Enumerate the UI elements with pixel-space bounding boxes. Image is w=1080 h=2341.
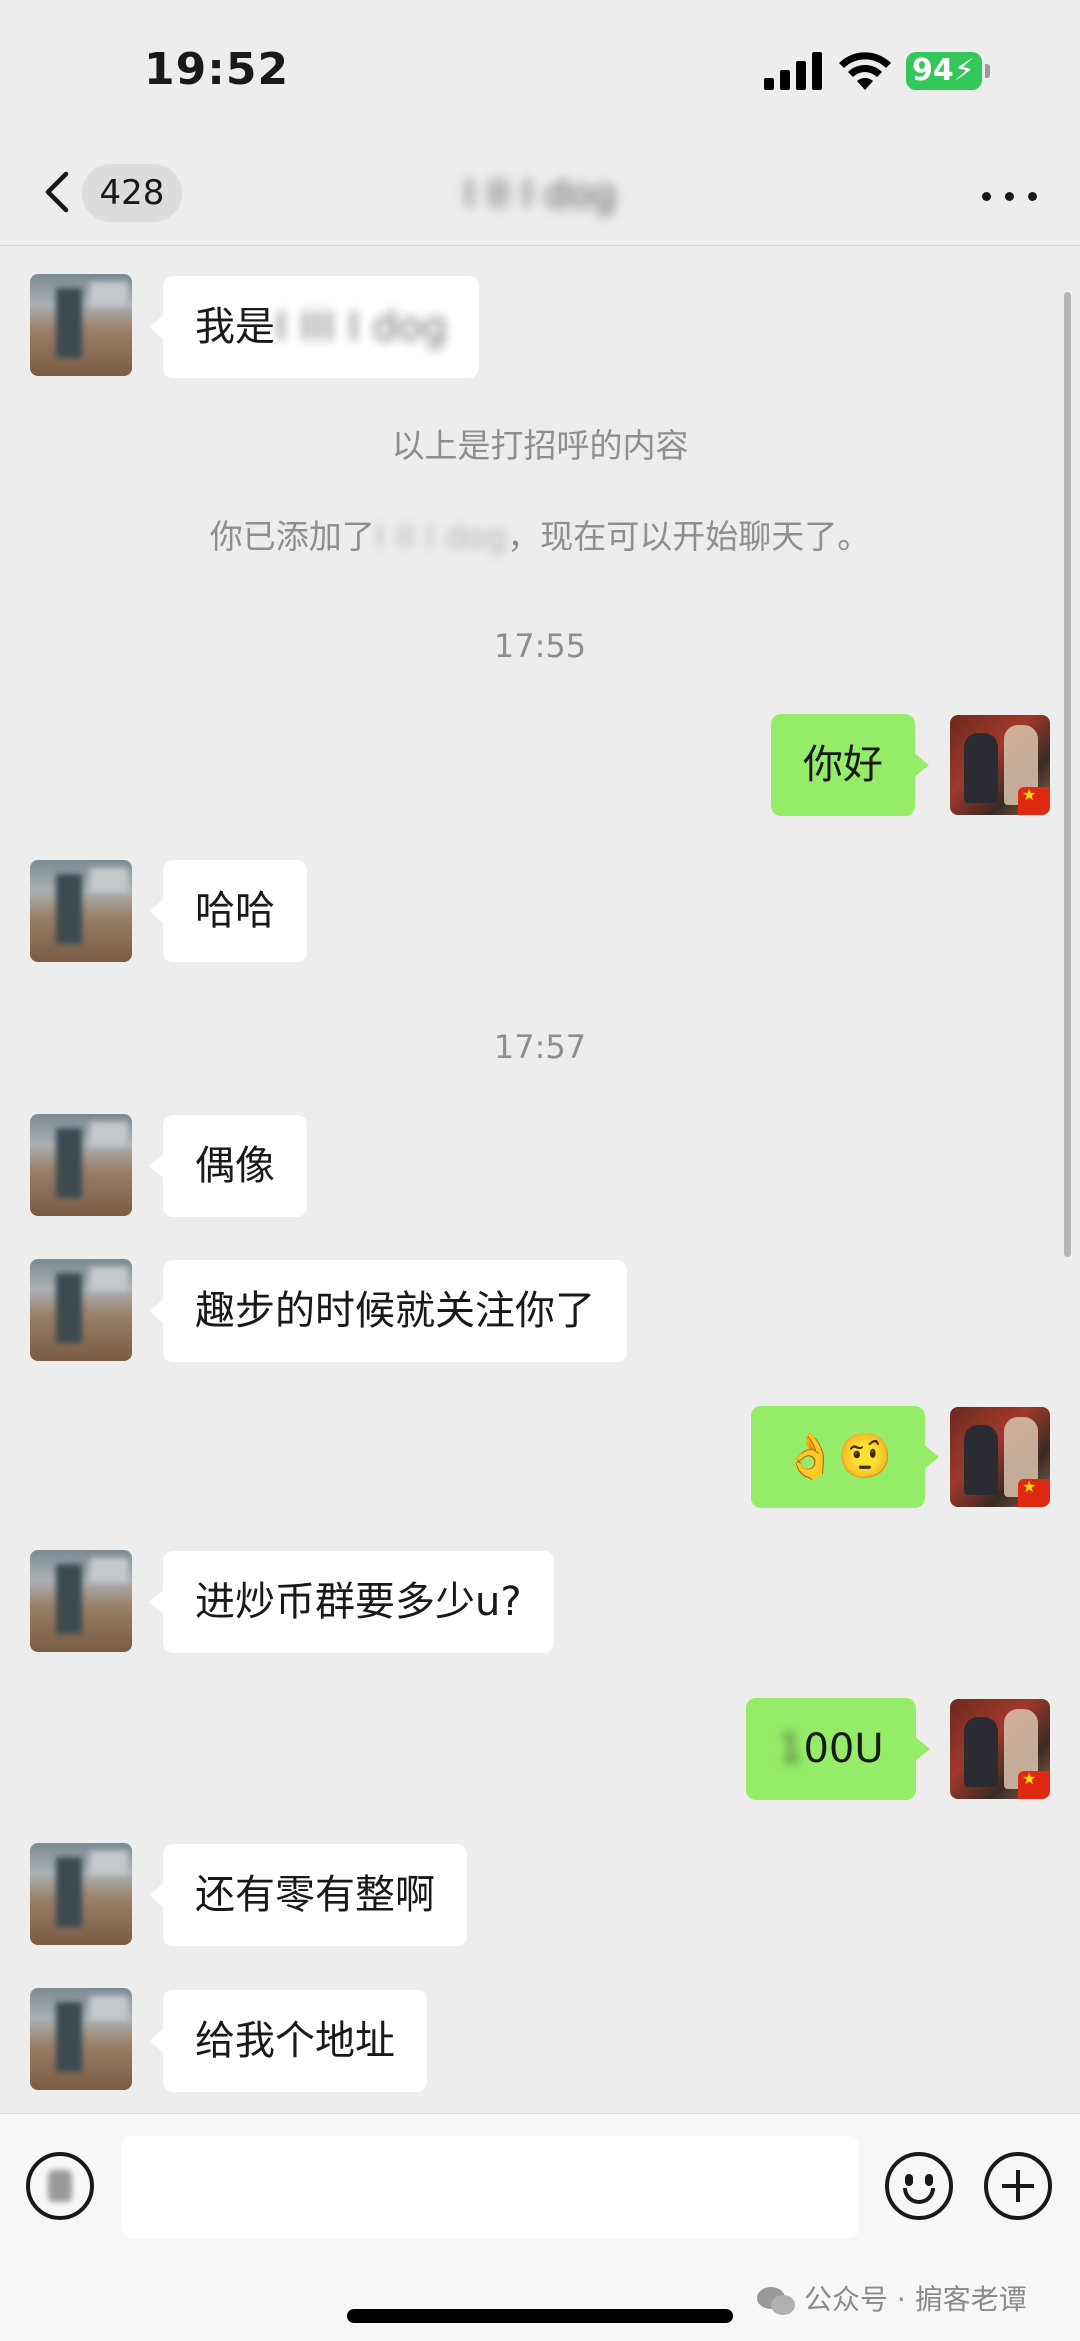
emoji-message: 👌🤨 — [783, 1431, 893, 1482]
voice-icon[interactable] — [26, 2152, 94, 2220]
message-text: 你好 — [803, 742, 883, 788]
message-input[interactable] — [121, 2136, 859, 2238]
contact-avatar[interactable] — [30, 274, 132, 376]
chat-title: I II I dog — [463, 172, 617, 216]
battery-level: 94 — [912, 53, 954, 88]
message-bubble-incoming[interactable]: 给我个地址 — [149, 1990, 427, 2092]
message-bubble-outgoing[interactable]: 你好 — [771, 714, 929, 816]
message-bubble-incoming[interactable]: 趣步的时候就关注你了 — [149, 1260, 627, 1362]
message-bubble-incoming[interactable]: 我是I III I dog — [148, 276, 480, 378]
message-bubble-incoming[interactable]: 哈哈 — [149, 860, 307, 962]
message-text: 偶像 — [195, 1143, 275, 1189]
message-text: 00U — [803, 1726, 884, 1772]
contact-avatar[interactable] — [30, 1259, 132, 1361]
my-avatar[interactable] — [950, 715, 1050, 815]
blurred-amount: 1 — [778, 1726, 804, 1772]
emoji-icon[interactable] — [885, 2152, 953, 2220]
message-text: 还有零有整啊 — [195, 1872, 435, 1918]
battery-icon: 94⚡ — [906, 52, 990, 90]
system-message-added: 你已添加了I II I dog，现在可以开始聊天了。 — [0, 510, 1080, 558]
back-button[interactable]: 428 — [30, 160, 190, 224]
system-text: ，现在可以开始聊天了。 — [507, 517, 871, 556]
signal-icon — [764, 52, 822, 90]
watermark: 公众号 · 掮客老谭 — [756, 2278, 1027, 2318]
home-indicator[interactable] — [347, 2309, 733, 2323]
message-text: 我是 — [195, 304, 275, 350]
blurred-name: I II I dog — [374, 517, 508, 556]
flag-icon — [1018, 1769, 1050, 1799]
message-bubble-outgoing[interactable]: 👌🤨 — [751, 1406, 939, 1508]
watermark-text: 公众号 · 掮客老谭 — [804, 2283, 1027, 2316]
timestamp: 17:57 — [493, 1028, 587, 1066]
contact-avatar[interactable] — [30, 1988, 132, 2090]
message-text: 哈哈 — [195, 888, 275, 934]
message-bubble-incoming[interactable]: 偶像 — [149, 1115, 307, 1217]
message-bubble-outgoing[interactable]: 100U — [746, 1698, 930, 1800]
wifi-icon — [839, 52, 891, 90]
system-message: 以上是打招呼的内容 — [391, 426, 689, 465]
my-avatar[interactable] — [950, 1699, 1050, 1799]
flag-icon — [1018, 1477, 1050, 1507]
message-text: 给我个地址 — [195, 2018, 395, 2064]
chat-area[interactable]: 我是I III I dog 以上是打招呼的内容 你已添加了I II I dog，… — [0, 247, 1080, 2113]
my-avatar[interactable] — [950, 1407, 1050, 1507]
more-icon[interactable] — [974, 170, 1046, 220]
timestamp: 17:55 — [493, 627, 587, 665]
system-text: 你已添加了 — [209, 517, 375, 556]
status-time: 19:52 — [144, 44, 290, 95]
message-text: 趣步的时候就关注你了 — [195, 1288, 595, 1334]
blurred-name: I III I dog — [275, 304, 448, 350]
contact-avatar[interactable] — [30, 1550, 132, 1652]
status-bar: 19:52 94⚡ — [0, 0, 1080, 140]
contact-avatar[interactable] — [30, 1114, 132, 1216]
message-bubble-incoming[interactable]: 进炒币群要多少u? — [149, 1551, 554, 1653]
message-text: 进炒币群要多少u? — [195, 1579, 522, 1625]
nav-bar: 428 I II I dog — [0, 140, 1080, 246]
plus-icon[interactable] — [984, 2152, 1052, 2220]
contact-avatar[interactable] — [30, 860, 132, 962]
back-chevron-icon — [45, 171, 69, 213]
unread-count-badge: 428 — [82, 164, 182, 222]
message-bubble-incoming[interactable]: 还有零有整啊 — [149, 1844, 467, 1946]
contact-avatar[interactable] — [30, 1843, 132, 1945]
wechat-icon — [757, 2287, 795, 2315]
flag-icon — [1018, 785, 1050, 815]
